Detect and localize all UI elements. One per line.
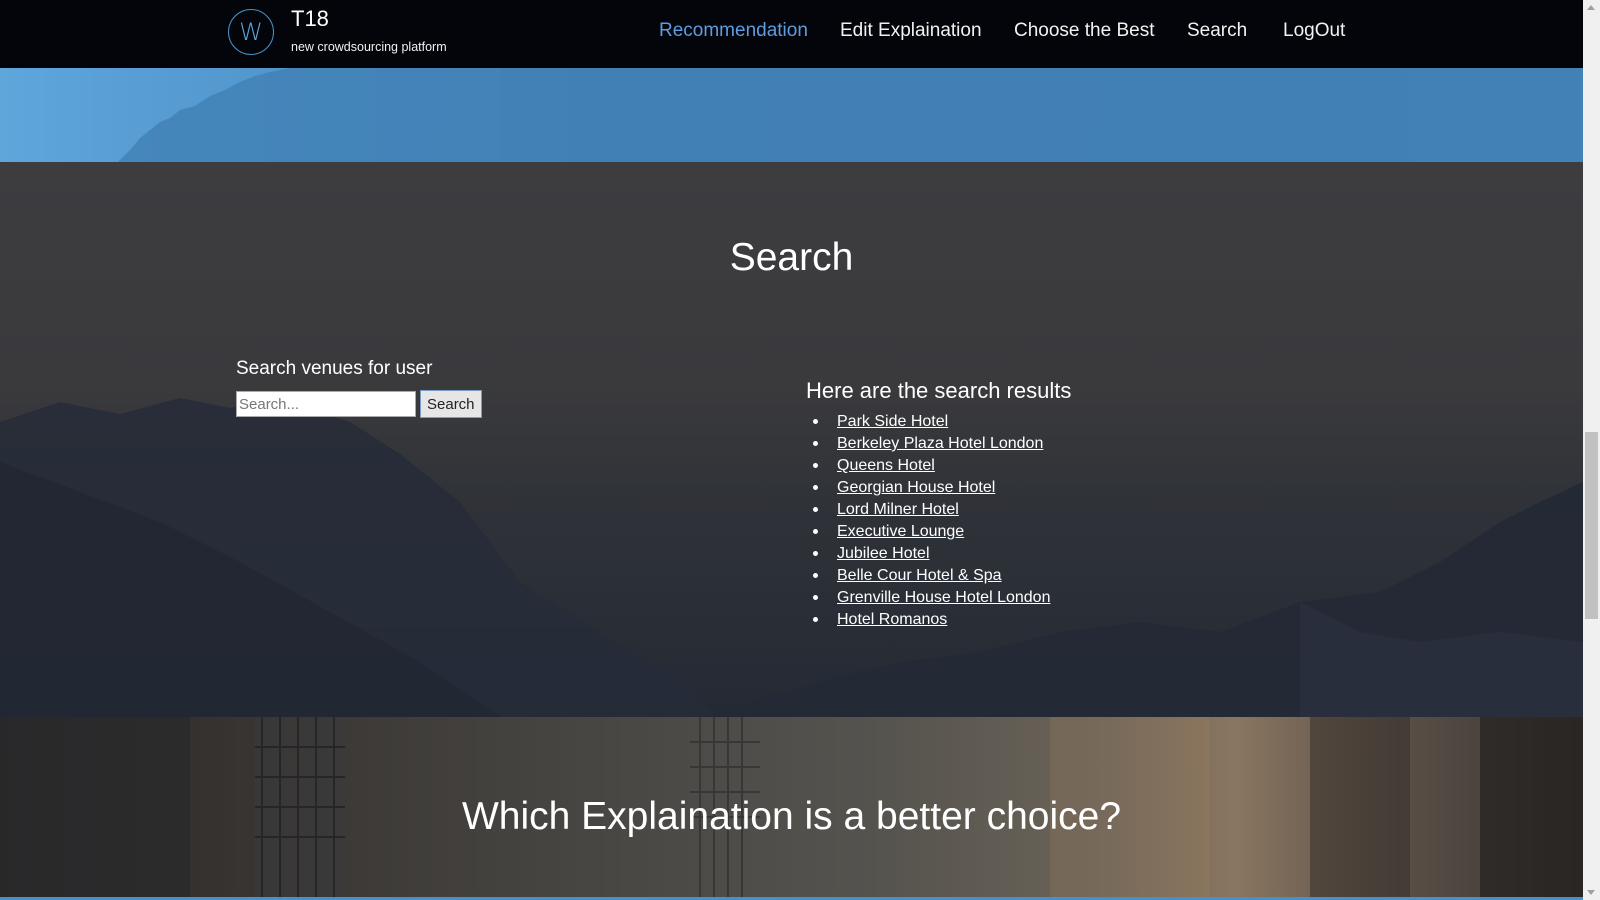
result-link[interactable]: Executive Lounge <box>837 523 964 540</box>
list-item: Georgian House Hotel <box>812 476 1071 498</box>
search-results: Here are the search results Park Side Ho… <box>806 378 1071 630</box>
scroll-up-arrow-icon[interactable] <box>1587 5 1595 10</box>
result-link[interactable]: Belle Cour Hotel & Spa <box>837 567 1002 584</box>
scrollbar-thumb[interactable] <box>1585 432 1598 619</box>
result-link[interactable]: Queens Hotel <box>837 457 935 474</box>
forest-background <box>0 68 1583 162</box>
result-link[interactable]: Jubilee Hotel <box>837 545 930 562</box>
top-navbar: W T18 new crowdsourcing platform Recomme… <box>0 0 1583 68</box>
list-item: Lord Milner Hotel <box>812 498 1071 520</box>
vertical-scrollbar[interactable] <box>1583 0 1600 900</box>
search-section: Search Search venues for user Search Her… <box>0 162 1583 717</box>
section-title-search: Search <box>729 236 854 279</box>
section-title-choice: Which Explaination is a better choice? <box>461 795 1122 838</box>
result-link[interactable]: Georgian House Hotel <box>837 479 995 496</box>
result-link[interactable]: Berkeley Plaza Hotel London <box>837 435 1043 452</box>
list-item: Belle Cour Hotel & Spa <box>812 564 1071 586</box>
list-item: Hotel Romanos <box>812 608 1071 630</box>
nav-choose-the-best[interactable]: Choose the Best <box>1014 20 1154 42</box>
results-title: Here are the search results <box>806 378 1072 403</box>
search-form: Search venues for user Search <box>236 358 482 418</box>
main-nav: Recommendation Edit Explaination Choose … <box>0 20 1583 50</box>
search-button[interactable]: Search <box>420 390 482 418</box>
list-item: Grenville House Hotel London <box>812 586 1071 608</box>
list-item: Berkeley Plaza Hotel London <box>812 432 1071 454</box>
scroll-down-arrow-icon[interactable] <box>1587 890 1595 895</box>
result-link[interactable]: Park Side Hotel <box>837 413 948 430</box>
list-item: Queens Hotel <box>812 454 1071 476</box>
search-form-label: Search venues for user <box>236 358 433 379</box>
nav-recommendation[interactable]: Recommendation <box>659 20 808 42</box>
results-list: Park Side Hotel Berkeley Plaza Hotel Lon… <box>806 410 1071 630</box>
search-input[interactable] <box>236 391 416 417</box>
result-link[interactable]: Lord Milner Hotel <box>837 501 959 518</box>
hero-image-strip <box>0 68 1583 162</box>
nav-search[interactable]: Search <box>1187 20 1247 42</box>
list-item: Executive Lounge <box>812 520 1071 542</box>
nav-logout[interactable]: LogOut <box>1283 20 1345 42</box>
list-item: Park Side Hotel <box>812 410 1071 432</box>
page: W T18 new crowdsourcing platform Recomme… <box>0 0 1583 900</box>
result-link[interactable]: Grenville House Hotel London <box>837 589 1050 606</box>
list-item: Jubilee Hotel <box>812 542 1071 564</box>
result-link[interactable]: Hotel Romanos <box>837 611 947 628</box>
choice-section: Which Explaination is a better choice? <box>0 717 1583 900</box>
nav-edit-explaination[interactable]: Edit Explaination <box>840 20 982 42</box>
